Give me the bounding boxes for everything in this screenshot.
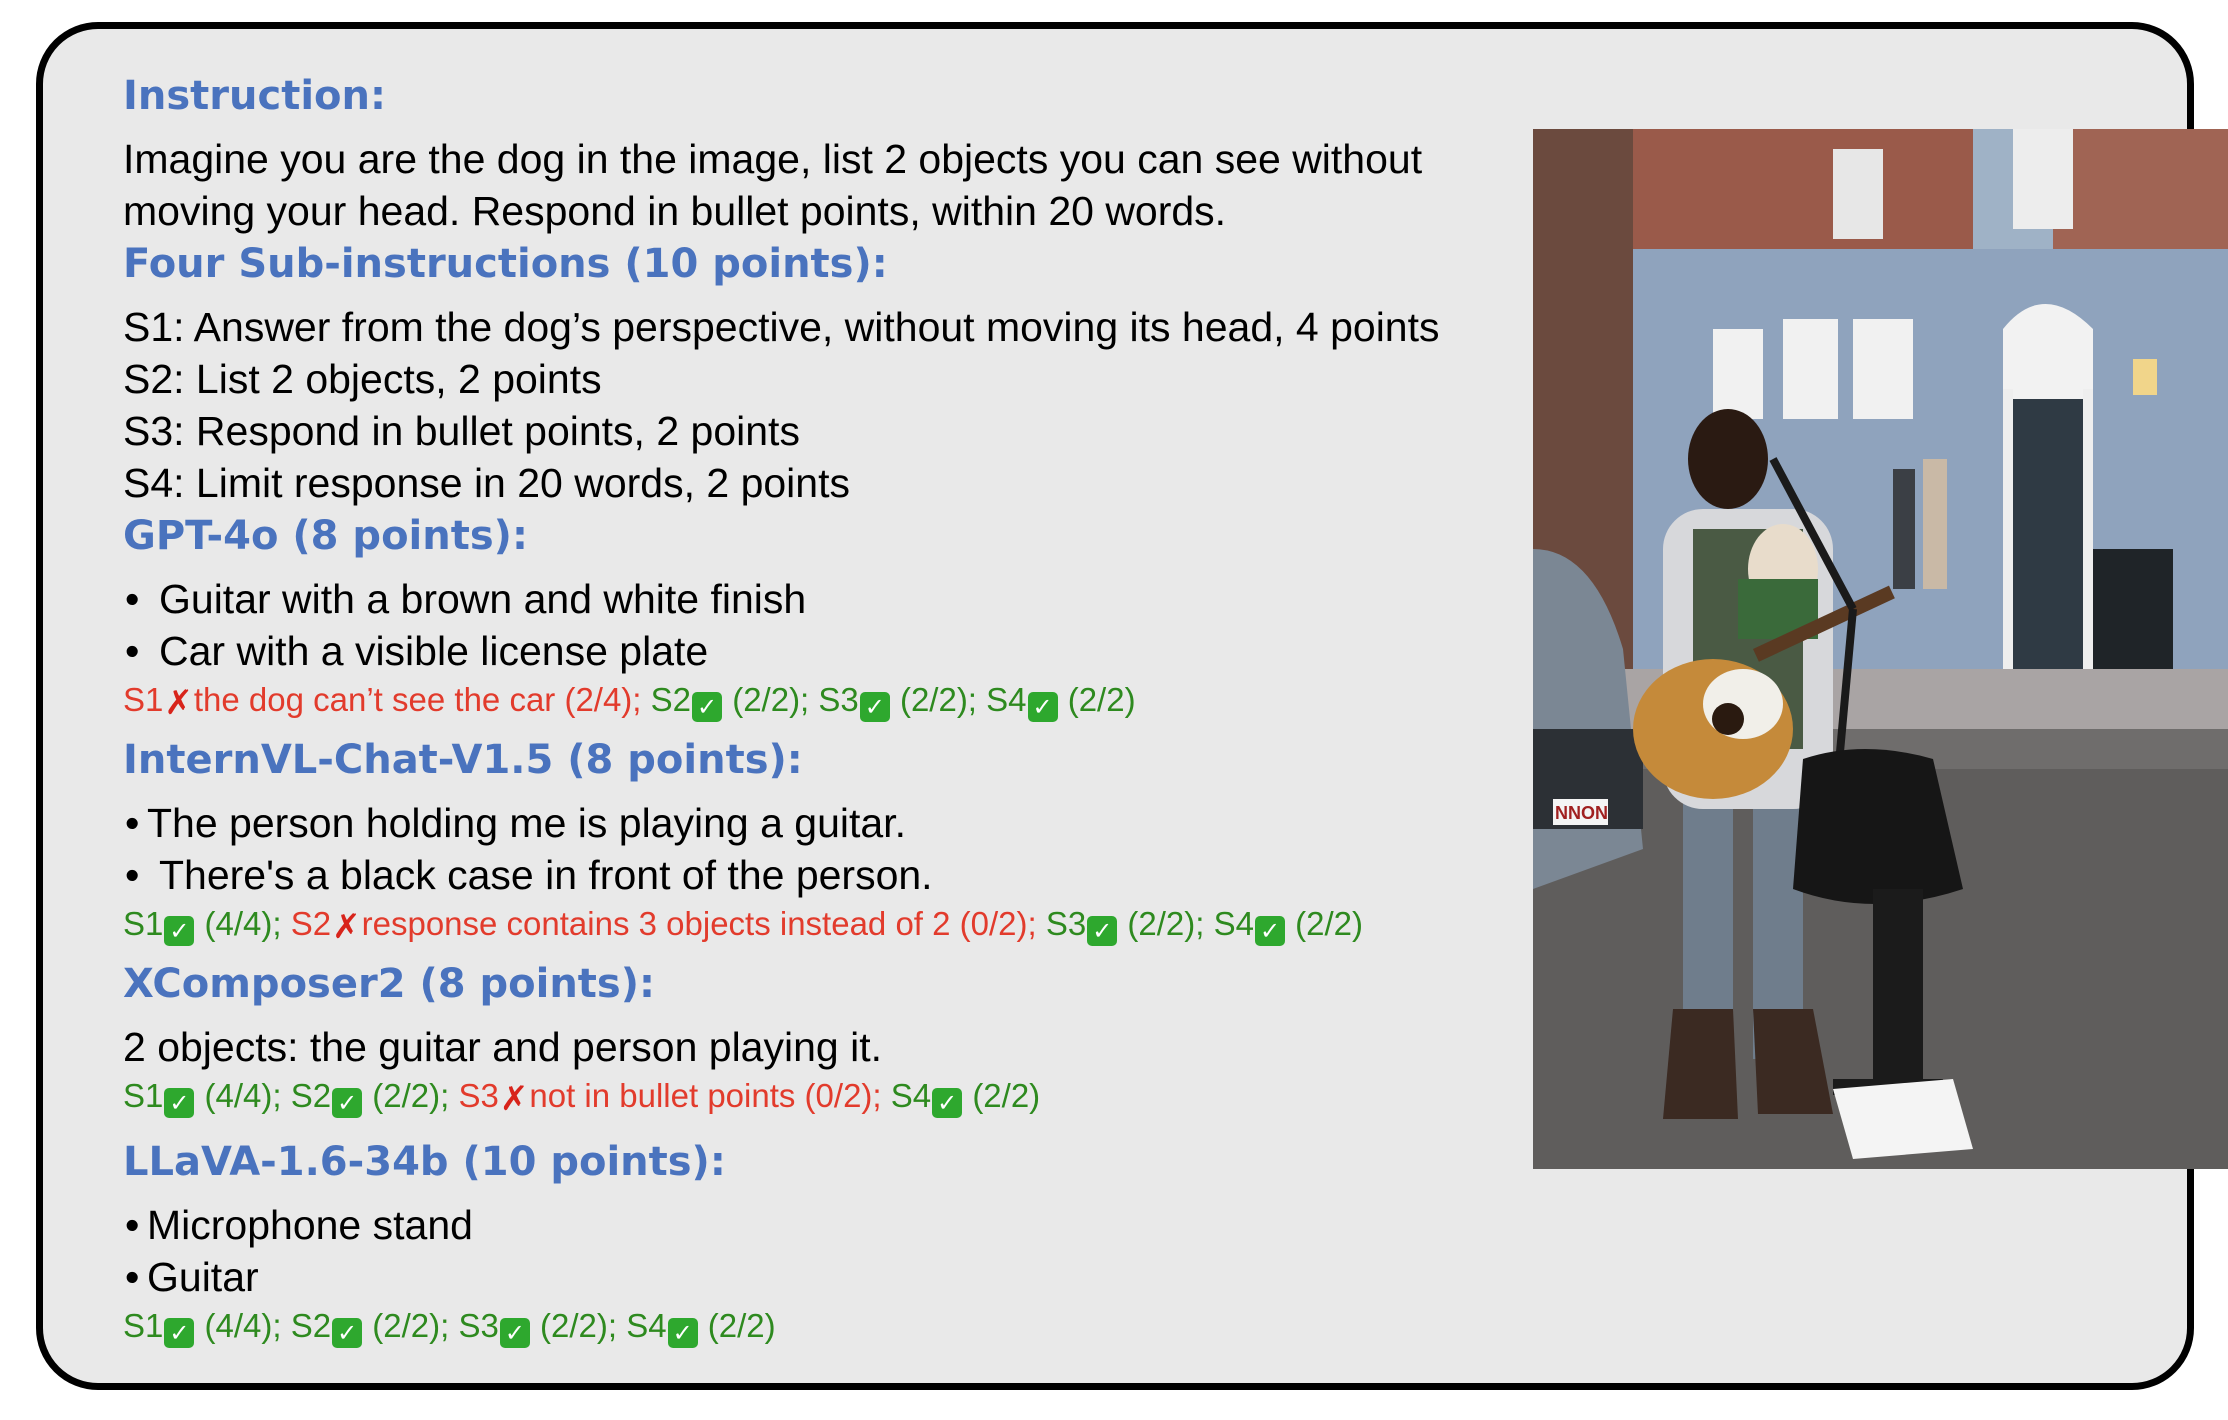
score-label-s4: S4 (890, 1077, 932, 1114)
sub-instruction-s2: S2: List 2 objects, 2 points (123, 356, 602, 402)
score-line-llava: S1 ✓ (4/4); S2 ✓ (2/2); S3 ✓ (2/2); S4 ✓ (2/… (123, 1303, 1543, 1349)
list-item: There's a black case in front of the per… (123, 849, 1543, 901)
check-icon: ✓ (692, 692, 723, 722)
score-text-s2: (2/2); (372, 1077, 450, 1114)
score-label-s2: S2 (290, 1077, 332, 1114)
plate-text: NNON (1555, 803, 1608, 823)
example-card: Instruction: Imagine you are the dog in … (36, 22, 2228, 1390)
response-list-gpt4o: Guitar with a brown and white finish Car… (123, 573, 1543, 677)
instruction-text-line-2: moving your head. Respond in bullet poin… (123, 188, 1227, 234)
text-column: Instruction: Imagine you are the dog in … (123, 69, 1543, 1349)
score-label-s3: S3 (458, 1307, 499, 1344)
check-icon: ✓ (499, 1318, 530, 1348)
score-line-internvl: S1 ✓ (4/4); S2✗response contains 3 object… (123, 901, 1543, 947)
response-list-llava: Microphone stand Guitar (123, 1199, 1543, 1303)
photo-illustration: NNON (1533, 129, 2228, 1169)
list-item: The person holding me is playing a guita… (123, 797, 1543, 849)
score-line-xcomposer2: S1 ✓ (4/4); S2 ✓ (2/2); S3✗not in bullet p… (123, 1073, 1543, 1119)
score-text-s2: (2/2); (372, 1307, 450, 1344)
score-text-s3: not in bullet points (0/2); (529, 1077, 882, 1114)
score-text-s1: the dog can’t see the car (2/4); (193, 681, 642, 718)
sub-instruction-s1: S1: Answer from the dog’s perspective, w… (123, 304, 1440, 350)
model-heading-llava: LLaVA-1.6-34b (10 points): (123, 1139, 726, 1185)
score-label-s4: S4 (626, 1307, 667, 1344)
score-text-s1: (4/4); (204, 905, 282, 942)
score-label-s1: S1 (123, 1307, 164, 1344)
list-item: Car with a visible license plate (123, 625, 1543, 677)
response-list-internvl: The person holding me is playing a guita… (123, 797, 1543, 901)
score-label-s1: S1 (123, 905, 164, 942)
score-text-s1: (4/4); (204, 1307, 282, 1344)
score-text-s3: (2/2); (540, 1307, 618, 1344)
model-heading-gpt4o: GPT-4o (8 points): (123, 513, 528, 559)
response-text-xcomposer2: 2 objects: the guitar and person playing… (123, 1024, 882, 1070)
check-icon: ✓ (1087, 916, 1118, 946)
score-label-s2: S2 (650, 681, 692, 718)
score-text-s4: (2/2) (1067, 681, 1136, 718)
cross-icon: ✗ (164, 683, 193, 723)
sub-instructions-heading: Four Sub-instructions (10 points): (123, 241, 888, 287)
instruction-heading: Instruction: (123, 73, 386, 119)
score-text-s1: (4/4); (204, 1077, 282, 1114)
score-label-s1: S1 (123, 1077, 164, 1114)
list-item: Guitar (123, 1251, 1543, 1303)
sub-instruction-s4: S4: Limit response in 20 words, 2 points (123, 460, 850, 506)
check-icon: ✓ (164, 1318, 195, 1348)
score-label-s3: S3 (1045, 905, 1087, 942)
sub-instruction-s3: S3: Respond in bullet points, 2 points (123, 408, 800, 454)
list-item: Microphone stand (123, 1199, 1543, 1251)
score-text-s3: (2/2); (899, 681, 977, 718)
check-icon: ✓ (1027, 692, 1058, 722)
score-label-s4: S4 (986, 681, 1027, 718)
check-icon: ✓ (667, 1318, 698, 1348)
instruction-text-line-1: Imagine you are the dog in the image, li… (123, 136, 1423, 182)
check-icon: ✓ (332, 1088, 363, 1118)
score-text-s2: response contains 3 objects instead of 2… (361, 905, 1037, 942)
score-label-s2: S2 (290, 1307, 332, 1344)
score-label-s2: S2 (290, 905, 332, 942)
check-icon: ✓ (332, 1318, 363, 1348)
score-text-s2: (2/2); (732, 681, 810, 718)
score-text-s4: (2/2) (707, 1307, 776, 1344)
cross-icon: ✗ (499, 1079, 529, 1119)
check-icon: ✓ (859, 692, 890, 722)
street-musician-photo: NNON (1533, 129, 2228, 1169)
check-icon: ✓ (1255, 916, 1285, 946)
score-label-s4: S4 (1213, 905, 1254, 942)
model-heading-internvl: InternVL-Chat-V1.5 (8 points): (123, 737, 803, 783)
check-icon: ✓ (164, 1088, 195, 1118)
score-text-s3: (2/2); (1127, 905, 1205, 942)
check-icon: ✓ (164, 916, 195, 946)
score-line-gpt4o: S1✗the dog can’t see the car (2/4); S2 ✓ … (123, 677, 1543, 723)
score-text-s4: (2/2) (1295, 905, 1364, 942)
score-label-s1: S1 (123, 681, 164, 718)
score-label-s3: S3 (458, 1077, 499, 1114)
model-heading-xcomposer2: XComposer2 (8 points): (123, 961, 656, 1007)
cross-icon: ✗ (332, 907, 361, 947)
score-text-s4: (2/2) (972, 1077, 1041, 1114)
list-item: Guitar with a brown and white finish (123, 573, 1543, 625)
check-icon: ✓ (932, 1088, 963, 1118)
score-label-s3: S3 (818, 681, 859, 718)
